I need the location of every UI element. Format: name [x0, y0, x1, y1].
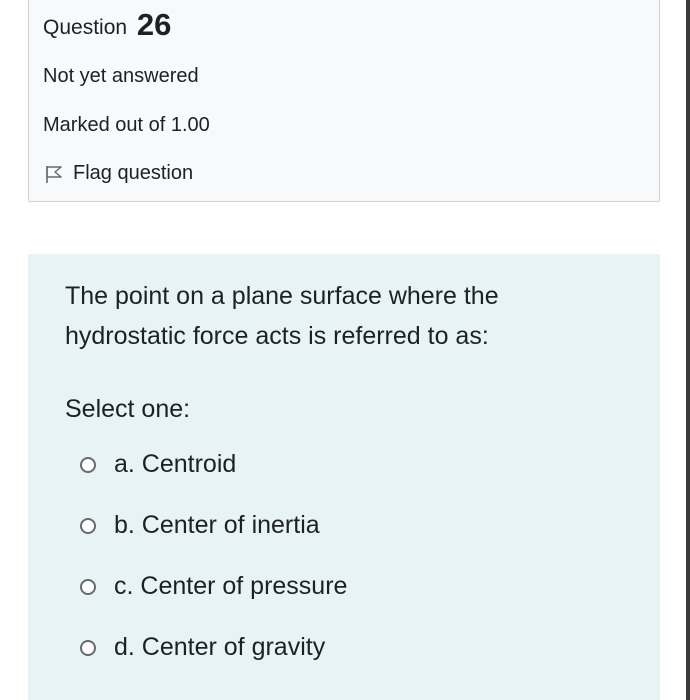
question-number: Question 26: [43, 9, 171, 40]
flag-icon: [43, 163, 65, 185]
radio-unchecked-icon[interactable]: [80, 517, 96, 534]
question-state: Not yet answered: [43, 65, 199, 87]
question-grade: Marked out of 1.00: [43, 114, 210, 136]
radio-unchecked-icon[interactable]: [80, 456, 96, 473]
question-text: The point on a plane surface where the h…: [65, 282, 499, 350]
question-content-panel: The point on a plane surface where the h…: [28, 254, 660, 700]
radio-unchecked-icon[interactable]: [80, 639, 96, 656]
question-label: Question: [43, 16, 128, 39]
question-number-value: 26: [136, 7, 172, 42]
answer-label: d. Center of gravity: [114, 633, 326, 661]
answer-option-d[interactable]: d. Center of gravity: [80, 633, 325, 662]
answer-label: c. Center of pressure: [114, 572, 348, 600]
flag-question-label: Flag question: [73, 162, 194, 184]
answer-label: a. Centroid: [114, 450, 237, 478]
answer-label: b. Center of inertia: [114, 511, 320, 539]
question-info-panel: Question 26 Not yet answered Marked out …: [28, 0, 660, 202]
quiz-page: Question 26 Not yet answered Marked out …: [0, 0, 690, 700]
screen-edge: [686, 0, 690, 700]
answer-prompt: Select one:: [65, 395, 191, 423]
answer-option-b[interactable]: b. Center of inertia: [80, 511, 320, 540]
flag-question-button[interactable]: Flag question: [43, 162, 193, 185]
answer-option-c[interactable]: c. Center of pressure: [80, 572, 347, 601]
answer-option-a[interactable]: a. Centroid: [80, 450, 236, 479]
radio-unchecked-icon[interactable]: [80, 578, 96, 595]
